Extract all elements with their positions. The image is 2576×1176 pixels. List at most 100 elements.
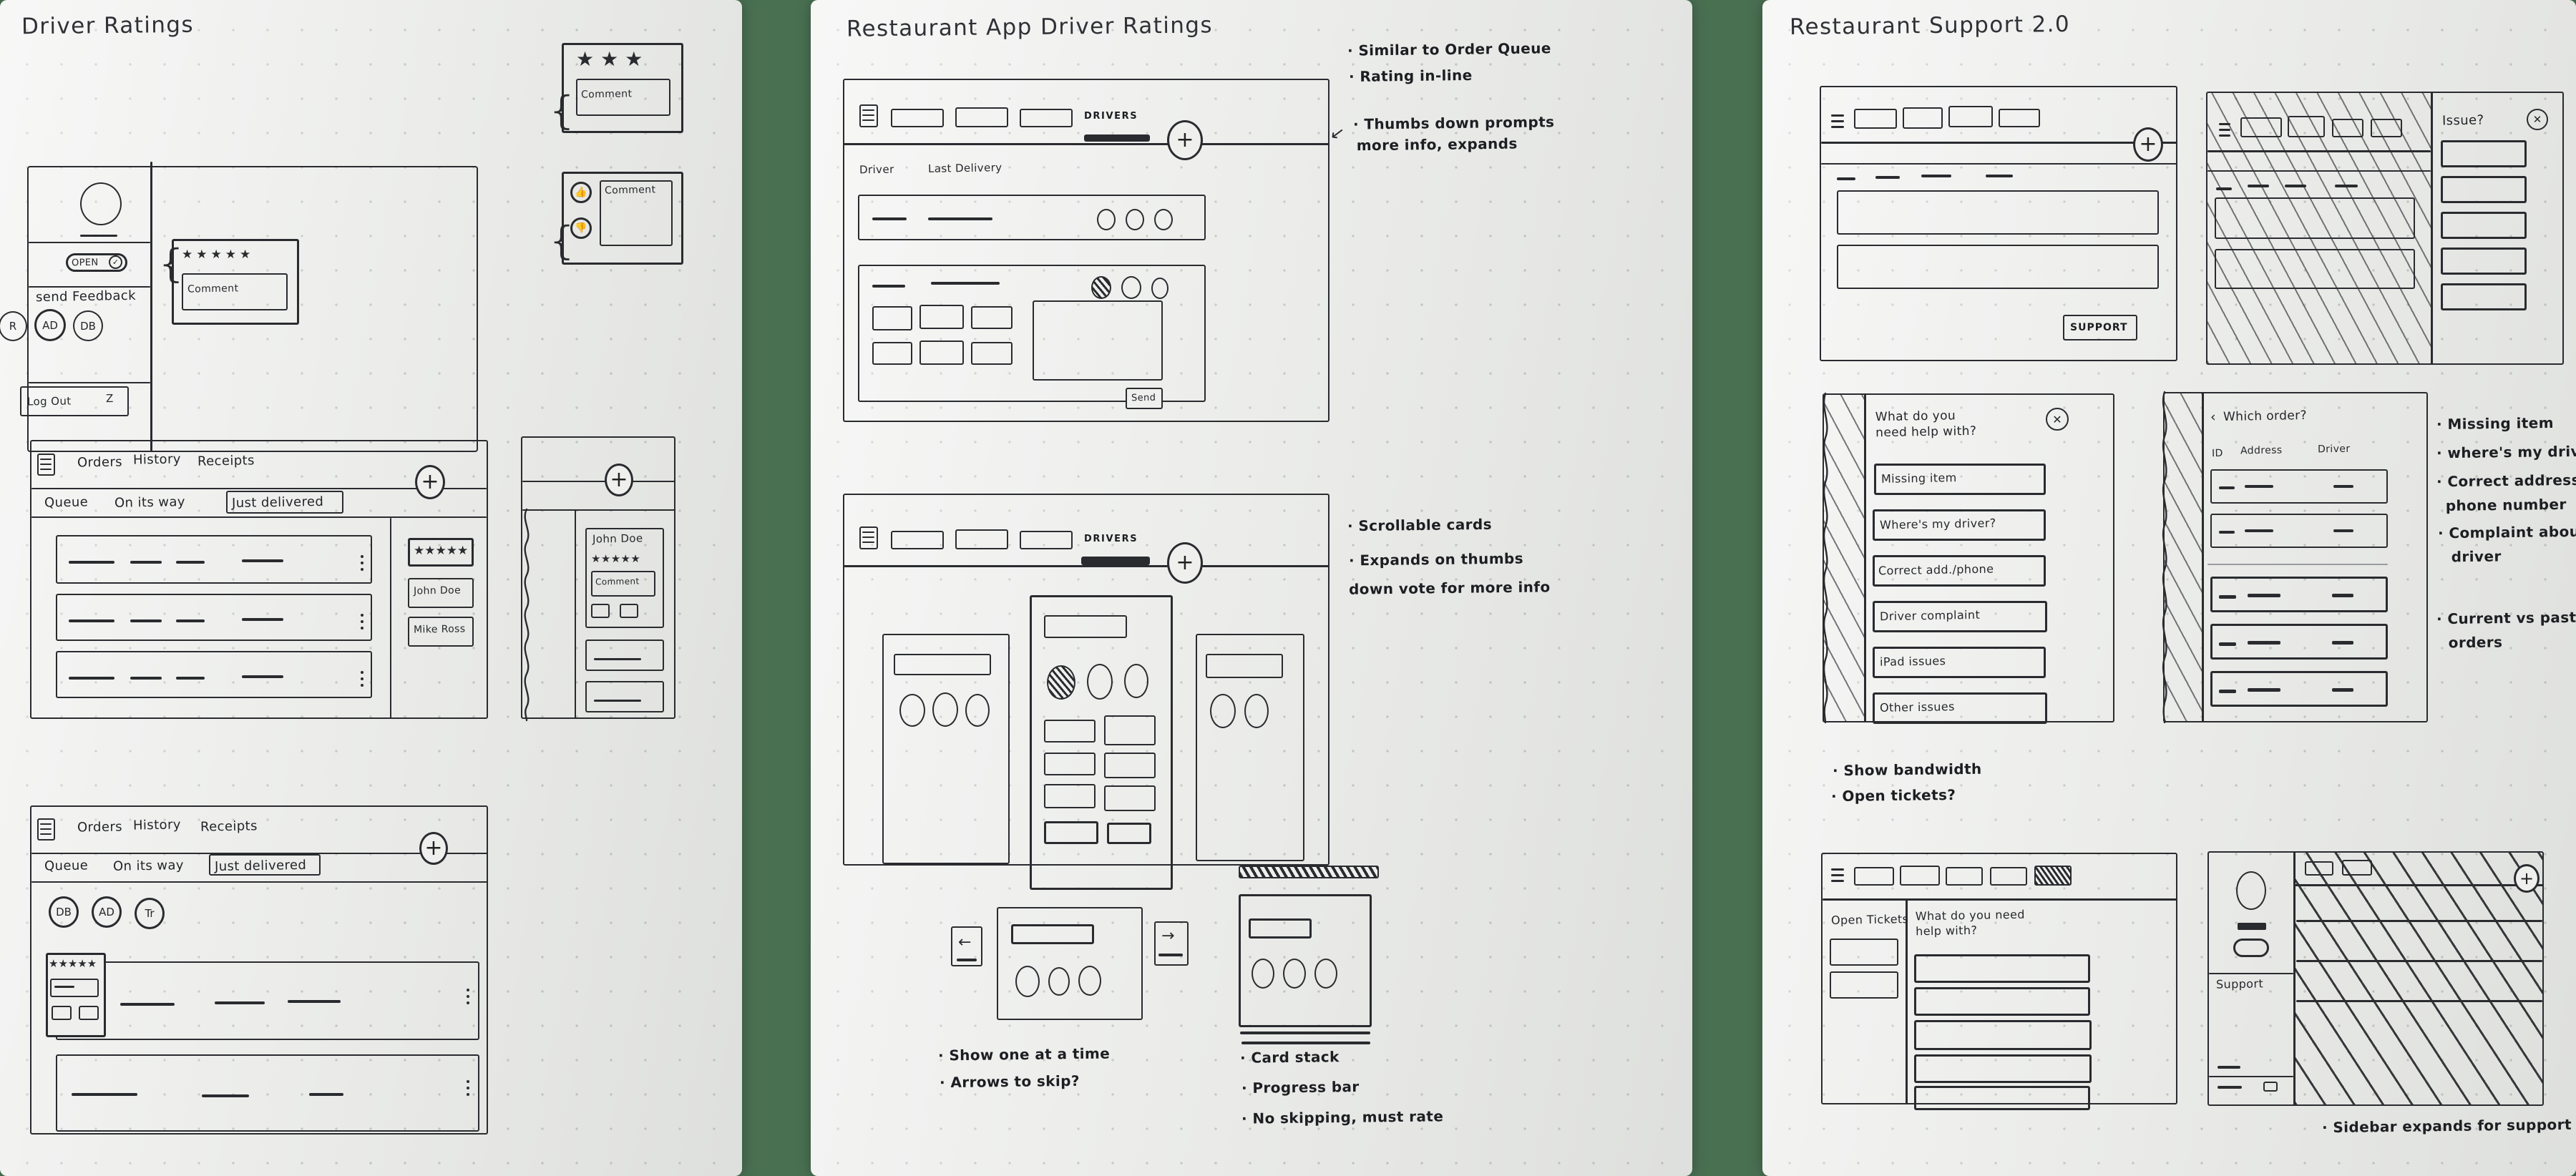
add-button[interactable]: + [605,464,633,496]
reason-chip[interactable] [919,305,964,329]
driver-star-rating[interactable]: ★★★★★ [591,552,640,565]
avatar-db[interactable]: DB [49,896,79,928]
comment-input[interactable] [50,979,99,997]
order-option-row[interactable] [2210,469,2388,504]
rating-option-icon[interactable] [1126,209,1144,230]
rating-option-icon[interactable] [1210,694,1236,728]
reason-chip[interactable] [919,340,964,365]
star-rating[interactable]: ★★★★★ [182,249,254,261]
filter-queue[interactable]: Queue [44,494,88,510]
reason-chip[interactable] [872,342,912,365]
action-chip[interactable] [591,604,610,618]
order-row[interactable] [2215,249,2415,289]
rating-option-icon[interactable] [1314,959,1337,989]
rating-option-icon[interactable] [932,692,958,727]
row-menu-icon[interactable] [361,555,364,571]
nav-tab[interactable] [891,531,944,549]
nav-tab-drivers[interactable]: DRIVERS [1084,111,1138,122]
reason-chip-selected[interactable] [1044,821,1098,844]
nav-tab-receipts[interactable]: Receipts [197,453,255,469]
order-row[interactable] [1837,190,2159,235]
nav-tab[interactable] [1900,866,1940,886]
popover-star-rating[interactable]: ★★★★★ [49,957,97,970]
action-chip[interactable] [620,604,638,618]
nav-tab-orders[interactable]: Orders [77,819,122,835]
avatar-db[interactable]: DB [73,310,103,341]
drawer-option[interactable] [2441,283,2527,310]
row-menu-icon[interactable] [361,671,364,687]
add-button[interactable]: + [1167,120,1203,160]
status-toggle[interactable] [2233,939,2269,957]
rating-option-icon[interactable] [1078,966,1101,996]
order-row[interactable] [56,535,372,584]
support-nav-label[interactable]: Support [2216,976,2263,991]
nav-tab[interactable] [1946,867,1983,886]
reason-chip[interactable] [971,306,1013,329]
detail-list-item[interactable] [585,681,664,712]
add-button[interactable]: + [2133,127,2163,162]
rating-option-icon[interactable] [1252,959,1274,989]
row-menu-icon[interactable] [467,1080,469,1096]
thumbs-down-icon[interactable]: 👎 [570,217,592,239]
drawer-option[interactable] [2441,248,2527,275]
help-option[interactable] [1914,1020,2092,1050]
nav-tab[interactable] [1020,109,1073,127]
avatar-r[interactable]: R [0,311,27,341]
nav-tab[interactable] [1990,867,2027,886]
nav-tab-history[interactable]: History [133,817,181,833]
nav-tab[interactable] [2371,119,2402,137]
rating-option-icon[interactable] [1244,694,1269,728]
nav-tab[interactable] [1903,107,1943,129]
comment-textarea[interactable] [1033,300,1163,381]
back-icon[interactable]: ‹ [2210,409,2216,425]
nav-tab[interactable] [891,109,944,127]
nav-tab-receipts[interactable]: Receipts [200,818,258,834]
rating-option-icon[interactable] [1151,278,1169,299]
nav-tab[interactable] [955,529,1008,549]
nav-tab[interactable] [955,107,1008,127]
reason-chip[interactable] [1104,785,1156,811]
filter-on-its-way[interactable]: On its way [114,494,185,511]
drawer-option[interactable] [2441,140,2527,167]
rating-option-icon[interactable] [1048,967,1070,996]
thumbs-down-icon-selected[interactable] [1047,665,1075,700]
nav-tab[interactable] [1854,109,1897,129]
avatar-tr[interactable]: Tr [135,898,165,929]
order-row[interactable] [56,961,479,1040]
row-menu-icon[interactable] [467,989,469,1004]
drawer-option[interactable] [2441,212,2527,239]
avatar-ad[interactable]: AD [34,309,66,341]
reason-chip[interactable] [971,342,1013,365]
rating-option-icon[interactable] [1087,664,1113,700]
rating-option-icon[interactable] [1154,209,1173,230]
ticket-item[interactable] [1830,939,1898,966]
order-row[interactable] [56,594,372,641]
add-button[interactable]: + [415,465,445,499]
nav-tab[interactable] [2288,116,2325,137]
ticket-item[interactable] [1830,971,1898,999]
order-row[interactable] [2215,197,2415,239]
rating-option-icon[interactable] [1124,664,1148,698]
reason-chip-selected[interactable] [1107,823,1151,844]
avatar-ad[interactable]: AD [92,896,122,928]
help-option[interactable] [1914,1086,2090,1110]
sidebar-footer-chip[interactable] [2263,1082,2278,1092]
action-chip[interactable] [52,1006,72,1020]
nav-tab[interactable] [2342,860,2372,876]
nav-tab[interactable] [1020,531,1073,549]
send-feedback-label[interactable]: send Feedback [36,288,136,305]
reason-chip[interactable] [1104,753,1156,778]
nav-tab[interactable] [2305,861,2333,876]
nav-tab-history[interactable]: History [133,451,181,467]
close-icon[interactable]: ✕ [2046,408,2069,431]
close-icon[interactable]: ✕ [2527,109,2548,130]
nav-tab[interactable] [1999,109,2040,127]
nav-tab[interactable] [2240,117,2282,137]
row-menu-icon[interactable] [361,614,364,629]
order-row[interactable] [56,651,372,698]
add-button[interactable]: + [1167,542,1203,584]
thumbs-up-icon[interactable]: 👍 [570,182,592,203]
drawer-option[interactable] [2441,176,2527,203]
order-option-row-past[interactable] [2210,577,2388,612]
rating-option-icon[interactable] [1283,959,1306,989]
